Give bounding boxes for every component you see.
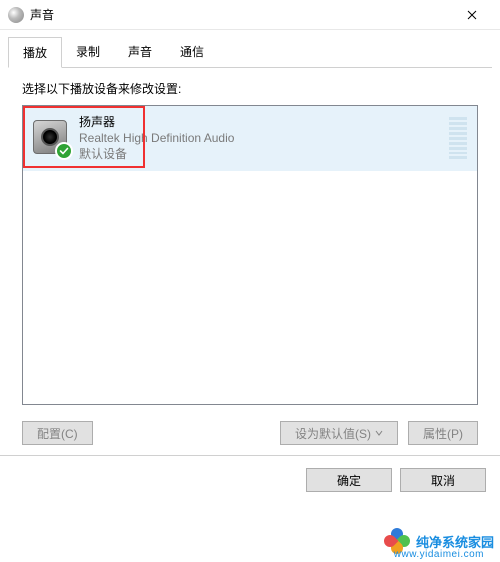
properties-button[interactable]: 属性(P) — [408, 421, 478, 445]
tab-recording[interactable]: 录制 — [62, 37, 114, 68]
titlebar: 声音 — [0, 0, 500, 30]
configure-button[interactable]: 配置(C) — [22, 421, 93, 445]
device-text: 扬声器 Realtek High Definition Audio 默认设备 — [79, 114, 441, 163]
set-default-label: 设为默认值(S) — [295, 425, 371, 442]
cancel-button[interactable]: 取消 — [400, 468, 486, 492]
tab-playback[interactable]: 播放 — [8, 37, 62, 68]
chevron-down-icon — [375, 429, 383, 437]
device-list[interactable]: 扬声器 Realtek High Definition Audio 默认设备 — [22, 105, 478, 405]
close-button[interactable] — [452, 0, 492, 30]
tabstrip: 播放 录制 声音 通信 — [8, 36, 492, 68]
device-icon-wrap — [33, 120, 69, 156]
device-name: 扬声器 — [79, 114, 441, 130]
close-icon — [467, 10, 477, 20]
tab-communications[interactable]: 通信 — [166, 37, 218, 68]
window-title: 声音 — [30, 6, 452, 23]
dialog-body: 播放 录制 声音 通信 选择以下播放设备来修改设置: 扬声器 Realtek H… — [0, 30, 500, 445]
set-default-button[interactable]: 设为默认值(S) — [280, 421, 398, 445]
tab-sounds[interactable]: 声音 — [114, 37, 166, 68]
device-item-speaker[interactable]: 扬声器 Realtek High Definition Audio 默认设备 — [23, 106, 477, 171]
device-status: 默认设备 — [79, 146, 441, 162]
device-button-row: 配置(C) 设为默认值(S) 属性(P) — [22, 421, 478, 445]
device-description: Realtek High Definition Audio — [79, 130, 441, 146]
dialog-button-row: 确定 取消 — [0, 455, 500, 504]
instruction-text: 选择以下播放设备来修改设置: — [22, 80, 488, 97]
ok-button[interactable]: 确定 — [306, 468, 392, 492]
sound-dialog-icon — [8, 7, 24, 23]
watermark: 纯净系统家园 www.yidaimei.com — [384, 528, 494, 554]
default-check-icon — [55, 142, 73, 160]
watermark-url: www.yidaimei.com — [394, 549, 484, 560]
level-meter — [449, 117, 467, 159]
watermark-text: 纯净系统家园 — [416, 532, 494, 551]
